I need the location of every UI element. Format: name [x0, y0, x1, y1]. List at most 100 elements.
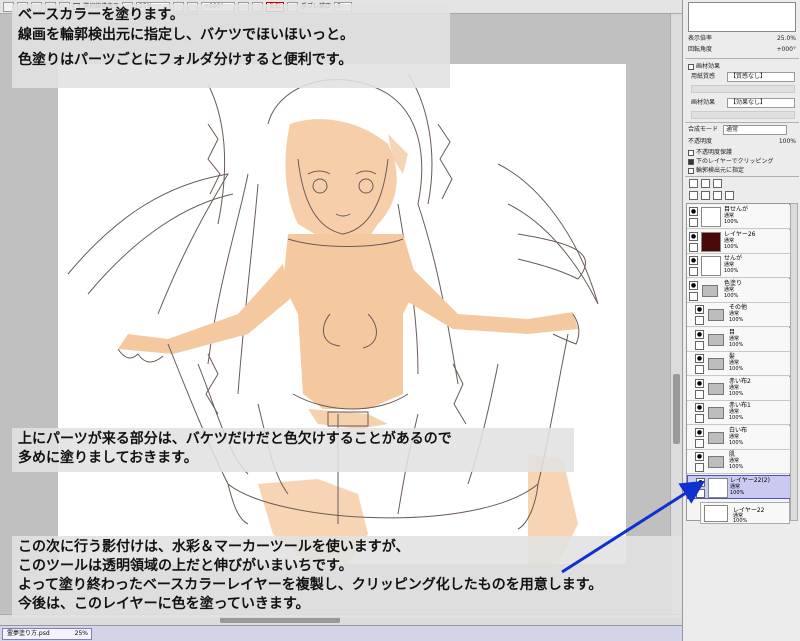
annotation-bottom-line-3: よって塗り終わったベースカラーレイヤーを複製し、クリッピング化したものを用意しま…	[18, 577, 603, 593]
canvas-area[interactable]	[0, 14, 670, 614]
layer-row[interactable]: ● 赤い布2 通常 100%	[687, 376, 791, 401]
lock-icon[interactable]	[695, 463, 704, 472]
navigator-zoom-label: 表示倍率	[688, 35, 713, 42]
layer-opacity: 100%	[729, 464, 744, 470]
annotation-bottom: この次に行う影付けは、水彩＆マーカーツールを使いますが、 このツールは透明領域の…	[12, 536, 770, 618]
layer-row[interactable]: ● 髪通常 100%	[687, 352, 791, 376]
lock-icon[interactable]	[695, 389, 704, 399]
layer-row[interactable]: ● せんが 通常 100%	[687, 254, 791, 278]
layer-row[interactable]: ● レイヤー22(2) 通常 100%	[687, 474, 791, 499]
eye-icon[interactable]: ●	[696, 477, 705, 487]
material-effect-select[interactable]: 【効果なし】	[727, 98, 795, 108]
canvas-vertical-scrollbar[interactable]	[670, 14, 682, 614]
layer-opacity: 100%	[724, 243, 739, 250]
annotation-bottom-line-1: この次に行う影付けは、水彩＆マーカーツールを使いますが、	[18, 539, 410, 555]
delete-layer-icon[interactable]	[725, 191, 734, 200]
navigator-zoom-value[interactable]: 25.0%	[777, 34, 796, 44]
eye-icon[interactable]: ●	[689, 256, 698, 265]
paper-texture-label: 用紙質感	[691, 73, 716, 80]
preserve-opacity-option[interactable]: 不透明度保護	[688, 148, 732, 157]
eye-icon[interactable]: ●	[695, 329, 704, 339]
edge-source-checkbox[interactable]	[688, 167, 694, 174]
layer-name: 赤い布2	[729, 377, 751, 385]
lock-icon[interactable]	[689, 291, 698, 301]
layer-thumbnail	[708, 477, 728, 498]
eye-icon[interactable]: ●	[689, 231, 698, 241]
eye-icon[interactable]: ●	[689, 207, 698, 216]
layer-name: 赤い布1	[729, 402, 751, 409]
layer-list-scrollbar[interactable]	[790, 203, 798, 521]
edge-source-option[interactable]: 輪郭検出元に指定	[688, 166, 744, 175]
eye-icon[interactable]: ●	[695, 305, 704, 314]
eye-icon[interactable]: ●	[695, 354, 704, 363]
preserve-opacity-checkbox[interactable]	[688, 149, 694, 156]
paper-effect-toggle-icon[interactable]	[688, 63, 694, 70]
navigator-rotate-value[interactable]: +000°	[777, 45, 796, 55]
lock-icon[interactable]	[689, 218, 698, 227]
lock-icon[interactable]	[696, 488, 705, 498]
opacity-row[interactable]: 不透明度 100%	[688, 137, 796, 147]
effect-slider-disabled	[691, 111, 795, 119]
clip-to-lower-checkbox[interactable]	[688, 158, 694, 165]
dragged-layer-thumbnail	[704, 505, 728, 522]
navigator-thumbnail[interactable]	[688, 2, 796, 32]
dragged-layer-opacity: 100%	[733, 518, 748, 524]
new-linework-layer-icon[interactable]	[701, 179, 710, 188]
layer-row[interactable]: ● 赤い布1 通常 100%	[687, 401, 791, 425]
lock-icon[interactable]	[689, 242, 698, 252]
layer-row[interactable]: ● レイヤー26 通常 100%	[687, 229, 791, 254]
layer-opacity: 100%	[730, 489, 745, 496]
eye-icon[interactable]: ●	[695, 403, 704, 412]
layer-row[interactable]: ● 目通常 100%	[687, 327, 791, 352]
eye-icon[interactable]: ●	[695, 378, 704, 388]
document-name: 霊夢塗り方.psd	[7, 630, 50, 637]
opacity-value: 100%	[778, 138, 796, 145]
layer-thumbnail	[701, 231, 721, 252]
annotation-bottom-line-2: このツールは透明領域の上だと伸びがいまいちです。	[18, 558, 353, 574]
merge-down-icon[interactable]	[701, 191, 710, 200]
lock-icon[interactable]	[689, 267, 698, 276]
navigator-rotate-label: 回転角度	[688, 46, 713, 53]
paper-effect-section: 画材効果	[688, 62, 720, 71]
folder-icon	[708, 382, 724, 395]
document-tab[interactable]: 霊夢塗り方.psd 25%	[2, 628, 92, 640]
layer-name: レイヤー22(2)	[730, 476, 770, 484]
folder-icon	[708, 431, 724, 444]
layer-buttons-row-1	[689, 179, 722, 188]
layer-name: 白い布	[729, 426, 748, 434]
dragged-layer-preview: レイヤー22 通常 100%	[700, 502, 790, 524]
layer-row[interactable]: ● その他 通常 100%	[687, 303, 791, 327]
annotation-middle: 上にパーツが来る部分は、バケツだけだと色欠けすることがあるので 多めに塗りまして…	[12, 428, 574, 472]
annotation-top-line-1: ベースカラーを塗ります。	[18, 7, 184, 23]
blend-mode-select[interactable]: 通常	[723, 125, 787, 135]
eye-icon[interactable]: ●	[689, 280, 698, 290]
layer-row[interactable]: ● 肌通常 100%	[687, 450, 791, 474]
annotation-bottom-line-4: 今後は、このレイヤーに色を塗っていきます。	[18, 596, 310, 612]
lock-icon[interactable]	[695, 438, 704, 448]
layer-name: せんが	[724, 255, 743, 262]
layer-row[interactable]: ● 色塗り 通常 100%	[687, 278, 791, 303]
layer-name: 目	[729, 328, 736, 336]
lock-icon[interactable]	[695, 414, 704, 423]
lock-icon[interactable]	[695, 316, 704, 325]
eye-icon[interactable]: ●	[695, 427, 704, 437]
clip-to-lower-option[interactable]: 下のレイヤーでクリッピング	[688, 157, 773, 166]
lock-icon[interactable]	[695, 365, 704, 374]
transfer-down-icon[interactable]	[689, 191, 698, 200]
layer-buttons-row-2	[689, 191, 734, 200]
layer-opacity: 100%	[729, 415, 744, 421]
lock-icon[interactable]	[695, 340, 704, 350]
layer-row[interactable]: ● 目せんが 通常 100%	[687, 205, 791, 229]
folder-icon	[708, 456, 724, 468]
new-layer-icon[interactable]	[689, 179, 698, 188]
illustration	[67, 73, 599, 564]
layer-row[interactable]: ● 白い布 通常 100%	[687, 425, 791, 450]
layer-list[interactable]: ● 目せんが 通常 100% ● レイヤー26 通常 100% ● せんが 通常 100% ● 色塗り 通常…	[686, 203, 791, 521]
preserve-opacity-label: 不透明度保護	[696, 149, 733, 156]
clear-layer-icon[interactable]	[713, 191, 722, 200]
new-folder-icon[interactable]	[713, 179, 722, 188]
edge-source-label: 輪郭検出元に指定	[696, 167, 745, 174]
folder-icon	[708, 309, 724, 321]
eye-icon[interactable]: ●	[695, 452, 704, 461]
paper-texture-select[interactable]: 【質感なし】	[727, 72, 795, 82]
